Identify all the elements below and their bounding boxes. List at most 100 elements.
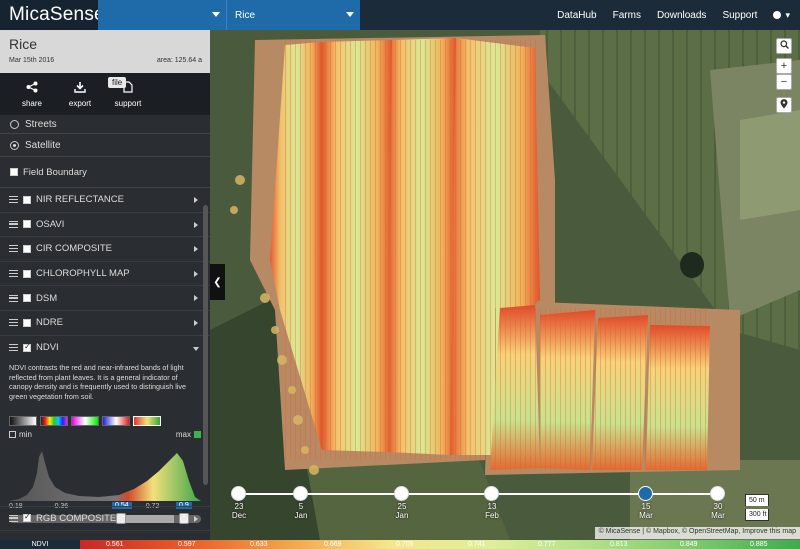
share-button[interactable]: share [8,73,56,115]
farm-select[interactable] [98,0,226,30]
map-attribution[interactable]: © MicaSense | © Mapbox, © OpenStreetMap,… [594,527,800,539]
layer-ndvi[interactable]: NDVI [0,336,210,361]
drag-handle-icon[interactable] [9,514,18,522]
chevron-right-icon[interactable] [194,270,198,277]
palette-spectrum[interactable] [40,416,68,427]
checkbox-checked-icon[interactable] [23,342,31,352]
checkbox-icon[interactable] [23,244,31,253]
nav-support[interactable]: Support [722,10,757,21]
scale-metric: 50 m [745,494,769,506]
legend-value: 0.777 [538,541,556,548]
user-menu[interactable]: ▾ [773,10,790,21]
chevron-down-icon: ▾ [785,9,790,20]
legend-value: 0.669 [324,541,342,548]
layer-nir-reflectance[interactable]: NIR REFLECTANCE [0,188,210,213]
layer-rgb-composite[interactable]: RGB COMPOSITE [0,506,210,531]
checkbox-icon[interactable] [23,195,31,204]
drag-handle-icon[interactable] [9,344,18,352]
user-icon [773,11,782,19]
min-toggle[interactable]: min [9,430,32,439]
basemap-streets-label: Streets [25,118,57,130]
max-label: max [175,430,191,440]
timeline-point[interactable] [710,486,725,501]
ndvi-histogram [9,443,201,503]
map-search-button[interactable] [776,38,792,54]
collapse-sidebar-button[interactable]: ❮ [210,264,225,300]
chevron-down-icon [212,12,220,17]
nav-datahub[interactable]: DataHub [557,10,596,21]
timeline-point[interactable] [394,486,409,501]
top-bar: MicaSense Rice DataHub Farms Downloads S… [0,0,800,30]
drag-handle-icon[interactable] [9,270,18,278]
sidebar-scrollbar[interactable] [203,205,208,485]
chevron-right-icon[interactable] [194,197,198,203]
nav-farms[interactable]: Farms [613,10,641,21]
checkbox-checked-icon[interactable] [23,512,31,523]
chevron-right-icon[interactable] [194,319,198,326]
timeline-label: 23 Dec [224,502,254,520]
chevron-down-icon[interactable] [193,346,199,351]
basemap-streets[interactable]: Streets [0,115,210,133]
support-label: support [114,98,142,108]
share-label: share [21,98,42,108]
timeline-label: 5 Jan [286,502,316,520]
download-icon [74,81,86,95]
checkbox-icon [9,431,16,439]
palette-grayscale[interactable] [9,416,37,427]
palette-red-green[interactable] [133,416,161,427]
chevron-right-icon[interactable] [194,221,198,228]
checkbox-icon[interactable] [23,318,31,327]
palette-blue-red[interactable] [102,416,130,427]
drag-handle-icon[interactable] [9,220,18,228]
locate-button[interactable] [776,97,792,113]
histogram-area [9,451,201,502]
min-max-row: min max [0,426,210,443]
share-icon [26,81,38,95]
nav-downloads[interactable]: Downloads [657,10,706,21]
timeline-label: 30 Mar [703,502,733,520]
field-select[interactable]: Rice [226,0,360,30]
zoom-out-button[interactable]: − [776,74,792,90]
field-area: area: 125.64 a [156,57,202,64]
timeline-point[interactable] [231,486,246,501]
timeline-point-selected[interactable] [638,486,653,501]
field-header: Rice Mar 15th 2016 area: 125.64 a [0,30,210,73]
map-view[interactable] [210,30,800,540]
timeline-point[interactable] [484,486,499,501]
timeline-day: 5 [298,502,304,511]
layer-label: CHLOROPHYLL MAP [36,268,130,280]
timeline-month: Mar [639,511,653,520]
layer-cir-composite[interactable]: CIR COMPOSITE [0,237,210,262]
plus-icon: + [780,60,788,72]
timeline-label: 15 Mar [631,502,661,520]
layer-ndre[interactable]: NDRE [0,311,210,336]
field-date: Mar 15th 2016 [9,57,55,64]
legend-value: 0.597 [178,541,196,548]
field-boundary-toggle[interactable]: Field Boundary [0,157,210,187]
layer-chlorophyll-map[interactable]: CHLOROPHYLL MAP [0,262,210,287]
layer-label: OSAVI [36,218,65,230]
checkbox-icon[interactable] [23,269,31,278]
basemap-satellite[interactable]: Satellite [0,134,210,156]
chevron-right-icon[interactable] [194,295,198,302]
drag-handle-icon[interactable] [9,196,18,204]
drag-handle-icon[interactable] [9,245,18,253]
zoom-in-button[interactable]: + [776,58,792,74]
max-toggle[interactable]: max [176,430,201,439]
drag-handle-icon[interactable] [9,319,18,327]
timeline-point[interactable] [293,486,308,501]
drag-handle-icon[interactable] [9,294,18,302]
layer-osavi[interactable]: OSAVI [0,213,210,238]
checkbox-icon[interactable] [23,220,31,229]
satellite-imagery [210,30,800,540]
layer-dsm[interactable]: DSM [0,286,210,311]
checkbox-icon[interactable] [23,294,31,303]
legend-value: 0.741 [468,541,486,548]
micasense-logo[interactable]: MicaSense [0,0,105,30]
palette-magenta-green[interactable] [71,416,99,427]
chevron-right-icon[interactable] [194,246,198,253]
chevron-right-icon[interactable] [194,516,198,522]
timeline-day: 25 [397,502,407,511]
timeline-month: Feb [485,511,499,520]
export-button[interactable]: export [56,73,104,115]
